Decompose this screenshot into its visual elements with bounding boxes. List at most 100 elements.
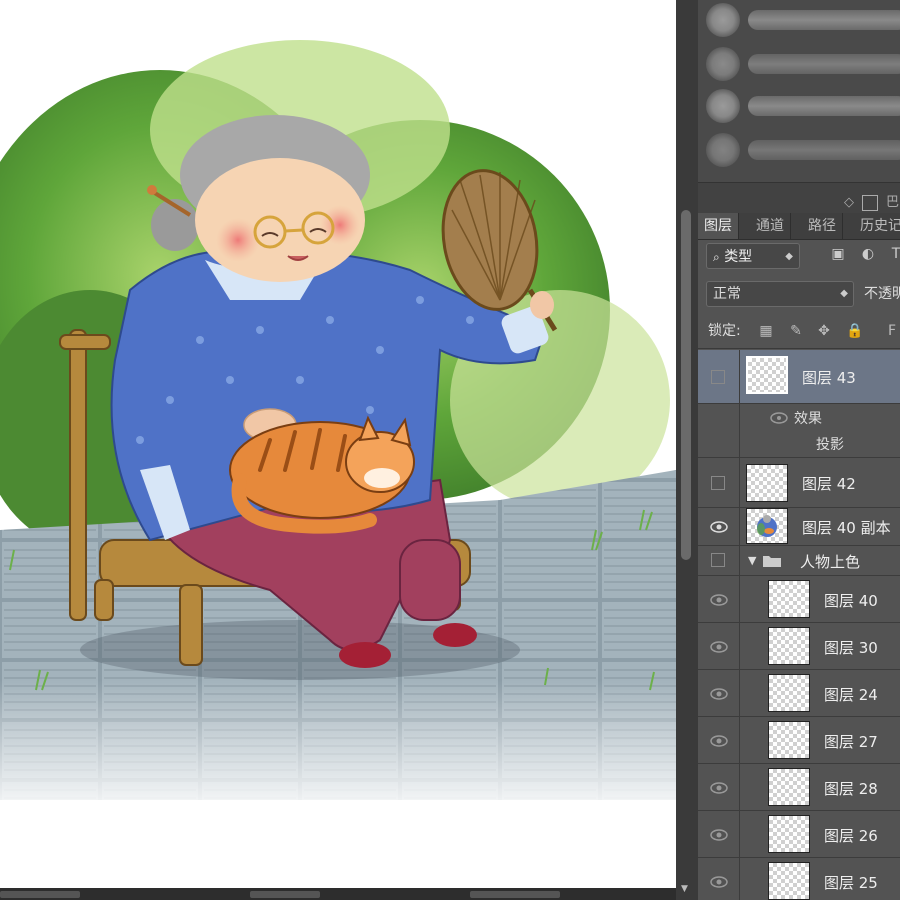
eye-icon[interactable] (710, 688, 728, 700)
layer-name: 图层 42 (802, 475, 856, 493)
layer-row[interactable]: 图层 40 副本 (698, 508, 900, 546)
tab-paths[interactable]: 路径 (802, 213, 843, 239)
layer-row[interactable]: 图层 25 (698, 858, 900, 900)
blend-mode-value: 正常 (713, 286, 741, 302)
eye-icon[interactable] (710, 829, 728, 841)
visibility-column[interactable] (698, 717, 740, 763)
brush-preset[interactable] (698, 0, 900, 42)
visibility-column[interactable] (698, 350, 740, 403)
visibility-column[interactable] (698, 508, 740, 545)
eye-icon[interactable] (710, 782, 728, 794)
scrollbar-thumb[interactable] (681, 210, 691, 560)
layer-thumbnail (768, 674, 810, 712)
visibility-column[interactable] (698, 858, 740, 900)
drop-shadow-effect: 投影 (816, 437, 844, 453)
opacity-label: 不透明 (864, 286, 900, 302)
visibility-column[interactable] (698, 623, 740, 669)
type-filter-icon[interactable]: T (888, 246, 900, 262)
layer-row[interactable]: 图层 42 (698, 458, 900, 508)
visibility-column[interactable] (698, 458, 740, 507)
filter-kind-value: 类型 (724, 249, 753, 265)
scroll-down-arrow-icon[interactable]: ▼ (681, 884, 688, 894)
visibility-column[interactable] (698, 546, 740, 575)
effects-label: 效果 (794, 411, 822, 427)
brush-tip-icon (706, 47, 740, 81)
chevron-down-icon[interactable]: ▼ (748, 554, 756, 567)
visibility-column[interactable] (698, 811, 740, 857)
lock-brush-icon[interactable]: ✎ (788, 323, 804, 339)
visibility-column (698, 432, 740, 457)
blend-mode-select[interactable]: 正常 ◆ (706, 281, 854, 307)
visibility-toggle-icon[interactable]: ◇ (844, 195, 854, 210)
visibility-toggle-empty-icon[interactable] (711, 370, 725, 384)
brush-preset[interactable] (698, 86, 900, 128)
search-icon: ⌕ (713, 250, 720, 264)
layer-name: 图层 40 副本 (802, 519, 891, 537)
tab-layers[interactable]: 图层 (698, 213, 739, 239)
panel-menu-icon[interactable]: 巴 (886, 195, 899, 210)
eye-icon[interactable] (710, 641, 728, 653)
eye-icon[interactable] (710, 521, 728, 533)
visibility-column (698, 404, 740, 432)
lock-all-icon[interactable]: 🔒 (846, 323, 863, 339)
layer-thumbnail (746, 508, 788, 544)
layer-row[interactable]: 图层 28 (698, 764, 900, 811)
tab-channels[interactable]: 通道 (750, 213, 791, 239)
fill-icon[interactable]: F (884, 323, 900, 339)
layer-name: 图层 28 (824, 780, 878, 798)
eye-icon[interactable] (710, 735, 728, 747)
layer-name: 图层 40 (824, 592, 878, 610)
brush-tip-icon (706, 3, 740, 37)
layer-name: 图层 43 (802, 369, 856, 387)
layer-kind-filter[interactable]: ⌕ 类型 ◆ (706, 243, 800, 269)
brush-tip-icon (706, 89, 740, 123)
layer-row[interactable]: 图层 30 (698, 623, 900, 670)
right-panel: ◇ 巴 图层 通道 路径 历史记 ⌕ 类型 ◆ ▣ ◐ T 正常 ◆ 不透明 锁定… (698, 0, 900, 900)
layer-effects-row[interactable]: 效果 (698, 404, 900, 432)
layers-list: 图层 43 效果 投影 图层 42 图层 40 副本 ▼ 人物上色 图层 40 … (698, 350, 900, 900)
adjustment-filter-icon[interactable]: ◐ (860, 246, 876, 262)
brush-stroke-preview (748, 140, 900, 160)
dropdown-arrow-icon: ◆ (785, 251, 793, 262)
document-canvas[interactable] (0, 0, 676, 888)
layer-row[interactable]: 图层 24 (698, 670, 900, 717)
pixel-filter-icon[interactable]: ▣ (830, 246, 846, 262)
brush-stroke-preview (748, 54, 900, 74)
layer-name: 图层 27 (824, 733, 878, 751)
layer-thumbnail (746, 356, 788, 394)
artwork-thumbnail-icon (757, 515, 777, 537)
visibility-toggle-empty-icon[interactable] (711, 553, 725, 567)
dropdown-arrow-icon: ◆ (840, 288, 848, 299)
layer-row[interactable]: 图层 43 (698, 350, 900, 404)
tab-history[interactable]: 历史记 (854, 213, 900, 239)
horizontal-scrollbar[interactable] (0, 888, 676, 900)
layer-row[interactable]: 图层 27 (698, 717, 900, 764)
effect-eye-icon[interactable] (770, 412, 788, 424)
brush-preset[interactable] (698, 130, 900, 172)
illustration-artwork (0, 40, 676, 820)
brush-tools: ◇ 巴 (844, 191, 899, 211)
eye-icon[interactable] (710, 876, 728, 888)
lock-move-icon[interactable]: ✥ (816, 323, 832, 339)
group-name: 人物上色 (800, 553, 861, 571)
vertical-scrollbar[interactable]: ▼ (676, 0, 698, 900)
layer-group-row[interactable]: ▼ 人物上色 (698, 546, 900, 576)
visibility-column[interactable] (698, 576, 740, 622)
new-preset-icon[interactable] (862, 194, 878, 211)
visibility-column[interactable] (698, 670, 740, 716)
visibility-column[interactable] (698, 764, 740, 810)
layer-name: 图层 25 (824, 874, 878, 892)
eye-icon[interactable] (710, 594, 728, 606)
layer-row[interactable]: 图层 40 (698, 576, 900, 623)
visibility-toggle-empty-icon[interactable] (711, 476, 725, 490)
layer-filter-row: ⌕ 类型 ◆ ▣ ◐ T (698, 240, 900, 276)
brush-preset[interactable] (698, 44, 900, 86)
layer-row[interactable]: 图层 26 (698, 811, 900, 858)
layer-name: 图层 24 (824, 686, 878, 704)
effect-item-row[interactable]: 投影 (698, 432, 900, 458)
brush-panel-toolbar: ◇ 巴 (698, 182, 900, 213)
lock-transparency-icon[interactable]: ▦ (758, 323, 774, 339)
layer-thumbnail (768, 815, 810, 853)
blend-row: 正常 ◆ 不透明 (698, 279, 900, 315)
scroll-segment (0, 891, 80, 898)
